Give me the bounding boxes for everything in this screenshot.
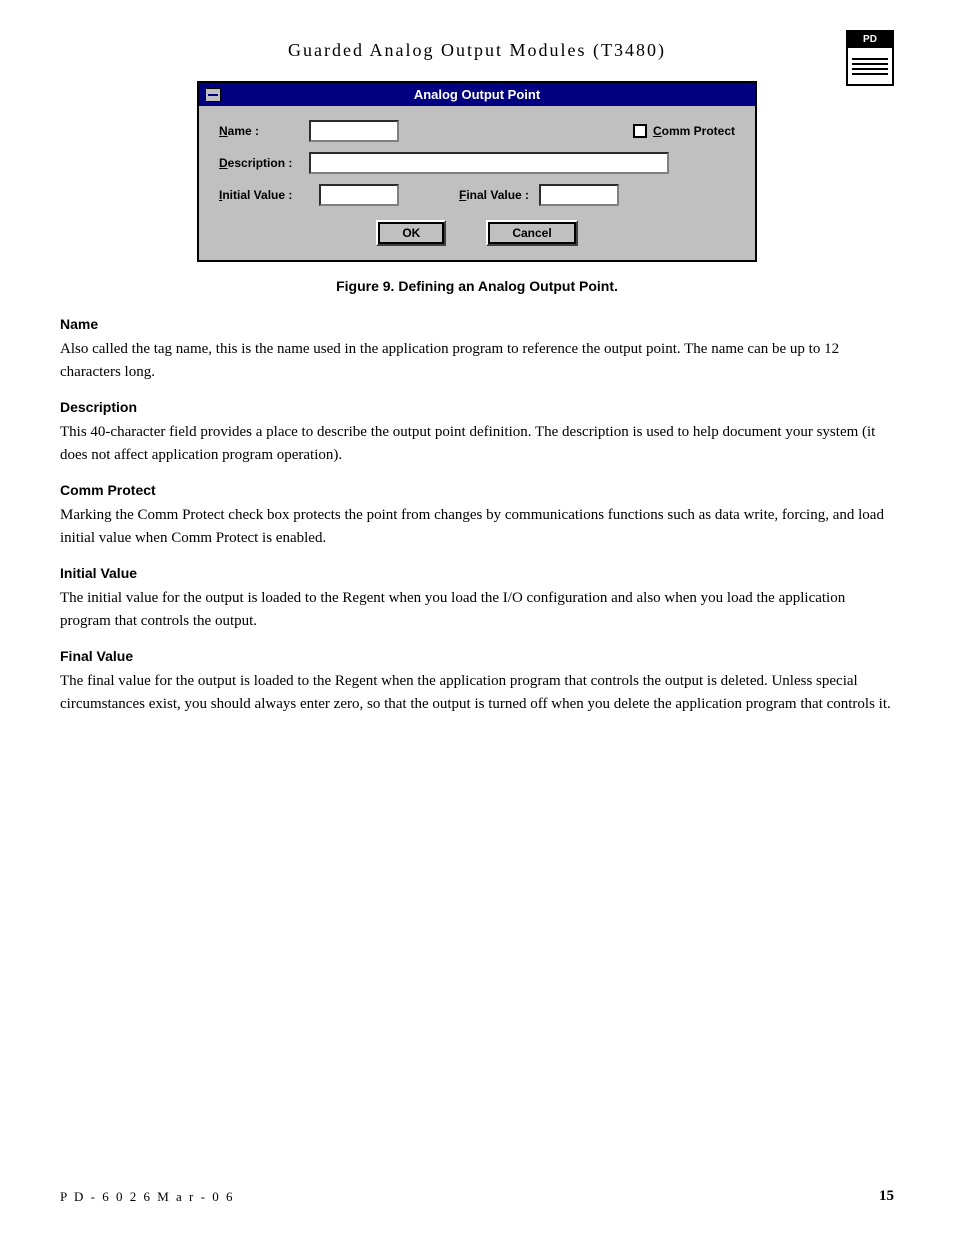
footer-page-number: 15 <box>879 1188 894 1205</box>
section-comm-protect-heading: Comm Protect <box>60 482 894 498</box>
section-final-value-body: The final value for the output is loaded… <box>60 670 894 715</box>
dialog-wrapper: Analog Output Point Name : Comm Protect <box>60 81 894 262</box>
description-input[interactable] <box>309 152 669 174</box>
section-description-body: This 40-character field provides a place… <box>60 421 894 466</box>
description-row: Description : <box>219 152 735 174</box>
section-name-heading: Name <box>60 316 894 332</box>
section-initial-value-heading: Initial Value <box>60 565 894 581</box>
name-row: Name : Comm Protect <box>219 120 735 142</box>
cancel-button[interactable]: Cancel <box>486 220 577 246</box>
section-final-value: Final Value The final value for the outp… <box>60 648 894 715</box>
final-value-input[interactable] <box>539 184 619 206</box>
initial-value-input[interactable] <box>319 184 399 206</box>
pd-icon-label: PD <box>848 32 892 48</box>
initfinal-row: Initial Value : Final Value : <box>219 184 735 206</box>
section-comm-protect: Comm Protect Marking the Comm Protect ch… <box>60 482 894 549</box>
section-initial-value-body: The initial value for the output is load… <box>60 587 894 632</box>
section-final-value-heading: Final Value <box>60 648 894 664</box>
comm-protect-area: Comm Protect <box>633 124 735 138</box>
dialog-body: Name : Comm Protect Description : <box>199 106 755 260</box>
initial-value-label: Initial Value : <box>219 188 319 202</box>
dialog-system-icon[interactable] <box>205 88 221 102</box>
dialog-system-icon-inner <box>208 94 218 96</box>
footer-doc-number: P D - 6 0 2 6 M a r - 0 6 <box>60 1189 234 1205</box>
section-comm-protect-body: Marking the Comm Protect check box prote… <box>60 504 894 549</box>
final-value-label: Final Value : <box>459 188 529 202</box>
description-label: Description : <box>219 156 309 170</box>
name-input[interactable] <box>309 120 399 142</box>
section-description-heading: Description <box>60 399 894 415</box>
comm-protect-checkbox[interactable] <box>633 124 647 138</box>
dialog-titlebar: Analog Output Point <box>199 83 755 106</box>
section-initial-value: Initial Value The initial value for the … <box>60 565 894 632</box>
pd-icon-lines <box>848 48 892 84</box>
pd-line-3 <box>852 68 888 70</box>
pd-line-4 <box>852 73 888 75</box>
figure-caption: Figure 9. Defining an Analog Output Poin… <box>60 278 894 294</box>
pd-icon: PD <box>846 30 894 86</box>
page-title: Guarded Analog Output Modules (T3480) <box>288 40 666 61</box>
name-label: Name : <box>219 124 309 138</box>
section-name-body: Also called the tag name, this is the na… <box>60 338 894 383</box>
section-name: Name Also called the tag name, this is t… <box>60 316 894 383</box>
pd-line-1 <box>852 58 888 60</box>
dialog-title: Analog Output Point <box>207 87 747 102</box>
button-row: OK Cancel <box>219 220 735 246</box>
comm-protect-label: Comm Protect <box>653 124 735 138</box>
page-footer: P D - 6 0 2 6 M a r - 0 6 15 <box>60 1188 894 1205</box>
ok-button[interactable]: OK <box>376 220 446 246</box>
section-description: Description This 40-character field prov… <box>60 399 894 466</box>
pd-line-2 <box>852 63 888 65</box>
dialog-box: Analog Output Point Name : Comm Protect <box>197 81 757 262</box>
